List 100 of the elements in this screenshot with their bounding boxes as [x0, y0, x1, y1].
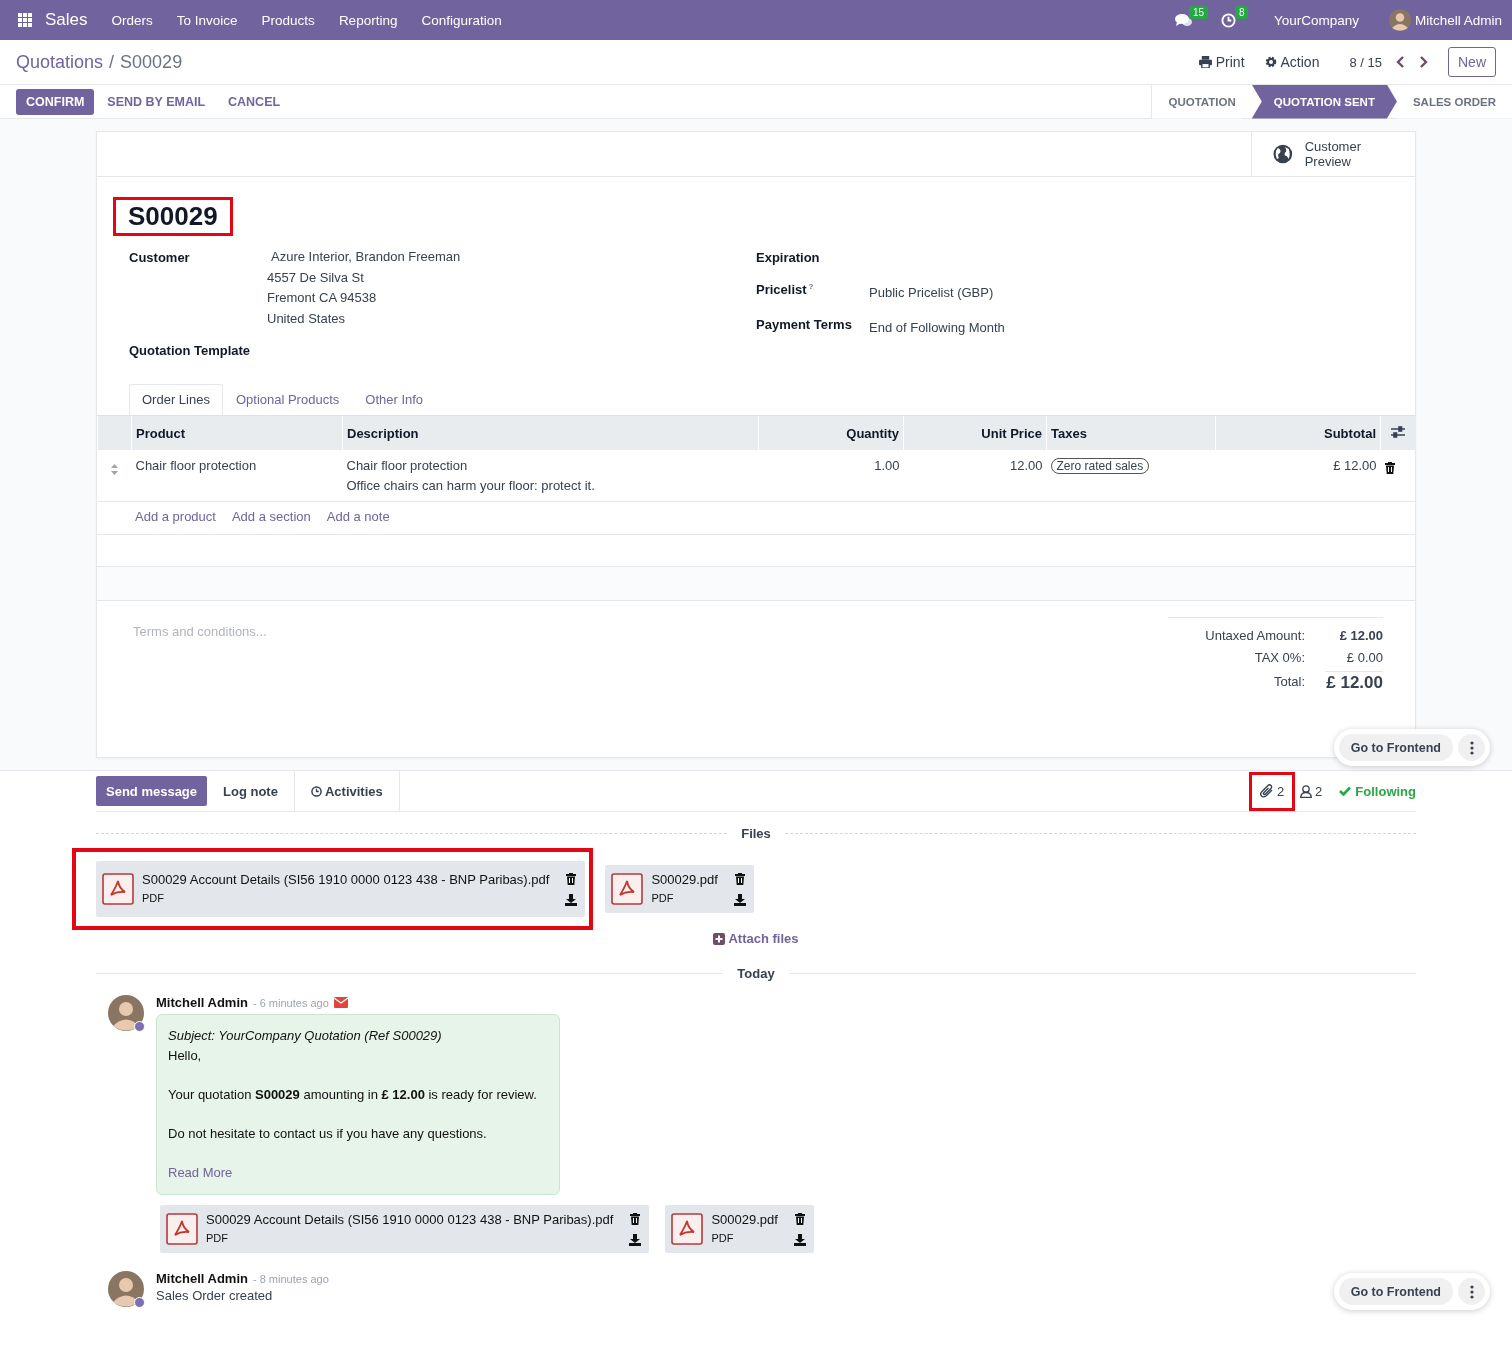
attachment-card[interactable]: S00029 Account Details (SI56 1910 0000 0123 438 - BNP Paribas).pdf PDF [160, 1205, 650, 1253]
file-name[interactable]: S00029 Account Details (SI56 1910 0000 0123 438 - BNP Paribas).pdf [142, 871, 550, 889]
table-cell: Chair floor protection [131, 450, 343, 502]
kebab-icon[interactable] [1469, 740, 1474, 755]
menu-item[interactable]: Reporting [338, 12, 398, 28]
column-header[interactable]: Quantity [758, 415, 904, 450]
message-time: - 8 minutes ago [252, 1272, 329, 1285]
trash-icon[interactable] [630, 1212, 641, 1225]
printer-icon [1198, 56, 1212, 68]
file-type: PDF [206, 1231, 229, 1246]
table-cell: £ 12.00 [1215, 450, 1381, 502]
file-name[interactable]: S00029.pdf [651, 871, 718, 889]
pdf-file-icon[interactable] [166, 1213, 198, 1245]
column-header[interactable]: Description [342, 415, 759, 450]
field-value[interactable]: End of Following Month [869, 320, 1005, 335]
add-line-link[interactable]: Add a section [231, 509, 311, 527]
file-name[interactable]: S00029.pdf [711, 1211, 778, 1229]
followers-counter[interactable]: 2 [1295, 771, 1334, 811]
column-header[interactable]: Product [131, 415, 343, 450]
avatar-icon [108, 1271, 144, 1307]
help-tooltip-mark[interactable]: ? [808, 282, 814, 291]
company-switcher[interactable]: YourCompany [1273, 12, 1359, 28]
add-line-link[interactable]: Add a product [135, 509, 216, 527]
field-label: Payment Terms [756, 317, 852, 332]
table-cell: 1.00 [758, 450, 904, 502]
breadcrumb-separator: / [109, 51, 115, 73]
print-button[interactable]: Print [1198, 54, 1245, 70]
download-icon[interactable] [565, 893, 578, 906]
notebook-tab[interactable]: Optional Products [222, 384, 353, 415]
action-button[interactable]: SEND BY EMAIL [97, 88, 216, 115]
status-step[interactable]: QUOTATION SENT [1251, 84, 1397, 119]
chatter-action-button[interactable]: Send message [96, 776, 208, 806]
download-icon[interactable] [629, 1233, 642, 1246]
attachment-card[interactable]: S00029 Account Details (SI56 1910 0000 0123 438 - BNP Paribas).pdf PDF [96, 861, 586, 917]
column-settings-icon[interactable] [1391, 425, 1406, 438]
new-button[interactable]: New [1448, 47, 1496, 77]
column-header[interactable]: Unit Price [903, 415, 1047, 450]
activity-count-badge: 8 [1234, 5, 1249, 19]
total-value: £ 12.00 [1338, 627, 1383, 645]
trash-icon[interactable] [1384, 462, 1395, 474]
apps-menu-icon[interactable] [17, 12, 33, 28]
author-name[interactable]: Mitchell Admin [156, 1271, 248, 1286]
menu-item[interactable]: Orders [111, 12, 153, 28]
pdf-file-icon[interactable] [102, 873, 134, 905]
trash-icon[interactable] [794, 1212, 805, 1225]
check-icon [1339, 786, 1352, 796]
previous-record-button[interactable] [1396, 56, 1405, 68]
action-button[interactable]: Action [1264, 54, 1320, 70]
attachment-card[interactable]: S00029.pdf PDF [605, 865, 754, 913]
online-status-dot [134, 1297, 145, 1308]
message-paragraph: Your quotation S00029 amounting in £ 12.00 is ready for review. [168, 1085, 538, 1104]
plus-square-icon [713, 932, 726, 945]
breadcrumb-current: S00029 [120, 51, 183, 73]
column-header[interactable]: Subtotal [1215, 415, 1381, 450]
chat-bubbles-icon[interactable] [1174, 12, 1193, 28]
trash-icon[interactable] [734, 872, 745, 885]
column-header[interactable]: Taxes [1046, 415, 1216, 450]
field-label: Pricelist [756, 282, 807, 298]
action-button[interactable]: CANCEL [218, 88, 291, 115]
section-separator-label: Files [741, 826, 771, 841]
add-line-link[interactable]: Add a note [326, 509, 390, 527]
action-button[interactable]: CONFIRM [16, 88, 95, 115]
drag-handle-icon[interactable] [111, 464, 118, 475]
file-type: PDF [142, 891, 165, 906]
go-to-frontend-button[interactable]: Go to Frontend [1338, 1278, 1453, 1305]
avatar-icon [108, 995, 144, 1031]
customer-address[interactable]: Azure Interior, Brandon Freeman 4557 De Silva St Fremont CA 94538 United States [267, 247, 461, 329]
attachment-card[interactable]: S00029.pdf PDF [665, 1205, 814, 1253]
app-name[interactable]: Sales [45, 10, 88, 30]
go-to-frontend-button[interactable]: Go to Frontend [1338, 734, 1453, 761]
pager-value[interactable]: 8 / 15 [1349, 54, 1382, 70]
file-name[interactable]: S00029 Account Details (SI56 1910 0000 0123 438 - BNP Paribas).pdf [206, 1211, 614, 1229]
attachments-counter[interactable]: 2 [1248, 771, 1296, 811]
download-icon[interactable] [793, 1233, 806, 1246]
person-icon [1300, 784, 1313, 798]
attach-files-link[interactable]: Attach files [96, 931, 1416, 946]
pdf-file-icon[interactable] [611, 873, 644, 905]
next-record-button[interactable] [1419, 56, 1428, 68]
total-label: Total: [1273, 673, 1305, 691]
notebook-tab[interactable]: Other Info [352, 384, 437, 415]
table-cell: Chair floor protection Office chairs can harm your floor: protect it. [342, 450, 759, 502]
read-more-link[interactable]: Read More [168, 1162, 548, 1182]
menu-item[interactable]: Products [261, 12, 315, 28]
chatter-action-button[interactable]: Activities [294, 771, 400, 811]
menu-item[interactable]: Configuration [421, 12, 502, 28]
customer-preview-button[interactable]: Customer Preview [1251, 132, 1415, 176]
trash-icon[interactable] [566, 872, 577, 885]
chatter-action-button[interactable]: Log note [207, 771, 295, 811]
field-value[interactable]: Public Pricelist (GBP) [869, 285, 994, 300]
field-label: Customer [129, 250, 191, 265]
notebook-tab[interactable]: Order Lines [129, 384, 223, 415]
author-name[interactable]: Mitchell Admin [156, 995, 248, 1010]
kebab-icon[interactable] [1469, 1284, 1474, 1299]
breadcrumb-link[interactable]: Quotations [16, 51, 104, 73]
clock-icon[interactable] [1220, 12, 1236, 28]
user-menu[interactable]: Mitchell Admin [1414, 12, 1502, 28]
download-icon[interactable] [733, 893, 746, 906]
pdf-file-icon[interactable] [671, 1213, 704, 1245]
message-paragraph: Hello, [168, 1046, 203, 1065]
menu-item[interactable]: To Invoice [176, 12, 238, 28]
